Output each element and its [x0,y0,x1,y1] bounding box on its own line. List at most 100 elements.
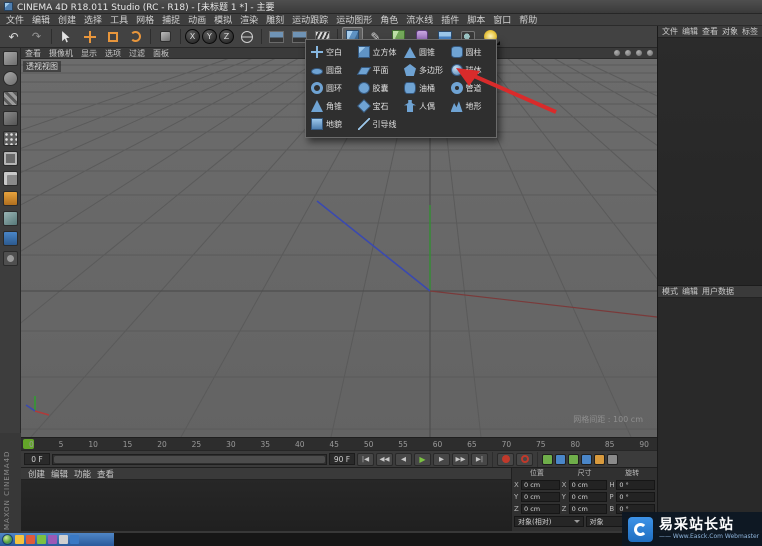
mat-menu-function[interactable]: 功能 [71,468,94,480]
goto-end-button[interactable]: ▶| [471,452,488,466]
taskbar-app-icon[interactable] [81,535,90,544]
timeline-ruler[interactable]: 0 5 10 15 20 25 30 35 40 45 50 55 60 65 … [21,437,657,450]
timeline-start-field[interactable]: 0 F [24,453,50,465]
primitive-item-pyramid[interactable]: 角锥 [308,97,355,115]
edges-mode-icon[interactable] [2,151,18,166]
om-menu-edit[interactable]: 编辑 [680,26,700,37]
mat-menu-create[interactable]: 创建 [25,468,48,480]
primitive-item-torus[interactable]: 圆环 [308,79,355,97]
record-rotation-toggle[interactable] [568,453,579,465]
menu-mesh[interactable]: 网格 [132,14,158,25]
material-list[interactable] [21,480,511,531]
range-slider-handle[interactable] [54,455,325,463]
play-forward-button[interactable]: ▶ [414,452,431,466]
menu-character[interactable]: 角色 [376,14,402,25]
enable-snap-icon[interactable] [2,231,18,246]
primitive-item-oil-tank[interactable]: 油桶 [401,79,448,97]
points-mode-icon[interactable] [2,131,18,146]
om-menu-tags[interactable]: 标签 [740,26,760,37]
primitive-item-cone[interactable]: 圆锥 [401,43,448,61]
record-position-toggle[interactable] [542,453,553,465]
menu-snap[interactable]: 捕捉 [158,14,184,25]
prev-frame-button[interactable]: ◀ [395,452,412,466]
zoom-view-icon[interactable] [624,49,632,57]
goto-start-button[interactable]: |◀ [357,452,374,466]
size-x-field[interactable]: X0 cm [562,479,608,490]
taskbar-app-icon[interactable] [26,535,35,544]
menu-motion-tracker[interactable]: 运动跟踪 [288,14,332,25]
rotate-tool-button[interactable] [125,27,146,46]
model-mode-icon[interactable] [2,71,18,86]
position-x-field[interactable]: X0 cm [514,479,560,490]
menu-animate[interactable]: 动画 [184,14,210,25]
keyframe-selection-toggle[interactable] [607,453,618,465]
primitive-item-landscape[interactable]: 地形 [448,97,495,115]
record-scale-toggle[interactable] [555,453,566,465]
menu-plugins[interactable]: 插件 [437,14,463,25]
menu-help[interactable]: 帮助 [515,14,541,25]
primitive-item-cylinder[interactable]: 圆柱 [448,43,495,61]
menu-script[interactable]: 脚本 [463,14,489,25]
menu-window[interactable]: 窗口 [489,14,515,25]
primitive-item-cube[interactable]: 立方体 [355,43,402,61]
coordinate-system-button[interactable] [236,27,257,46]
record-keyframe-button[interactable] [497,452,514,466]
taskbar-app-icon[interactable] [59,535,68,544]
rotation-p-field[interactable]: P0 ° [609,491,656,502]
object-list[interactable] [658,38,762,286]
polygons-mode-icon[interactable] [2,171,18,186]
taskbar-app-icon[interactable] [70,535,79,544]
primitive-item-guide[interactable]: 引导线 [355,115,402,133]
vp-menu-view[interactable]: 查看 [21,48,45,59]
menu-simulate[interactable]: 模拟 [210,14,236,25]
menu-render[interactable]: 渲染 [236,14,262,25]
am-menu-edit[interactable]: 编辑 [680,286,700,297]
am-menu-userdata[interactable]: 用户数据 [700,286,736,297]
vp-menu-panel[interactable]: 面板 [149,48,173,59]
last-tool-button[interactable] [155,27,176,46]
next-frame-button[interactable]: ▶ [433,452,450,466]
vp-menu-options[interactable]: 选项 [101,48,125,59]
position-y-field[interactable]: Y0 cm [514,491,560,502]
scale-tool-button[interactable] [102,27,123,46]
vp-menu-display[interactable]: 显示 [77,48,101,59]
primitive-item-platonic[interactable]: 宝石 [355,97,402,115]
om-menu-objects[interactable]: 对象 [720,26,740,37]
menu-select[interactable]: 选择 [80,14,106,25]
make-editable-icon[interactable] [2,51,18,66]
mat-menu-edit[interactable]: 编辑 [48,468,71,480]
menu-file[interactable]: 文件 [2,14,28,25]
primitive-item-tube[interactable]: 管道 [448,79,495,97]
taskbar-app-icon[interactable] [48,535,57,544]
menu-create[interactable]: 创建 [54,14,80,25]
primitive-item-polygon[interactable]: 多边形 [401,61,448,79]
taskbar-app-icon[interactable] [15,535,24,544]
rotation-h-field[interactable]: H0 ° [609,479,656,490]
lock-workplane-icon[interactable] [2,251,18,266]
viewport-view-label[interactable]: 透视视图 [23,61,61,72]
timeline-end-field[interactable]: 90 F [329,453,355,465]
enable-axis-icon[interactable] [2,191,18,206]
redo-button[interactable]: ↷ [26,27,47,46]
render-view-button[interactable] [266,27,287,46]
position-z-field[interactable]: Z0 cm [514,503,560,514]
primitive-item-capsule[interactable]: 胶囊 [355,79,402,97]
lock-z-axis-button[interactable]: Z [219,29,234,44]
pan-view-icon[interactable] [613,49,621,57]
lock-y-axis-button[interactable]: Y [202,29,217,44]
primitive-item-disc[interactable]: 圆盘 [308,61,355,79]
record-pla-toggle[interactable] [594,453,605,465]
primitive-item-sphere[interactable]: 球体 [448,61,495,79]
coordinate-mode-dropdown[interactable]: 对象(相对) [514,516,584,527]
timeline-range-slider[interactable] [52,453,327,465]
am-menu-mode[interactable]: 模式 [660,286,680,297]
size-z-field[interactable]: Z0 cm [562,503,608,514]
prev-key-button[interactable]: ◀◀ [376,452,393,466]
toggle-view-icon[interactable] [646,49,654,57]
menu-pipeline[interactable]: 流水线 [402,14,437,25]
lock-x-axis-button[interactable]: X [185,29,200,44]
primitive-item-relief[interactable]: 地貌 [308,115,355,133]
vp-menu-filter[interactable]: 过滤 [125,48,149,59]
om-menu-view[interactable]: 查看 [700,26,720,37]
record-parameter-toggle[interactable] [581,453,592,465]
